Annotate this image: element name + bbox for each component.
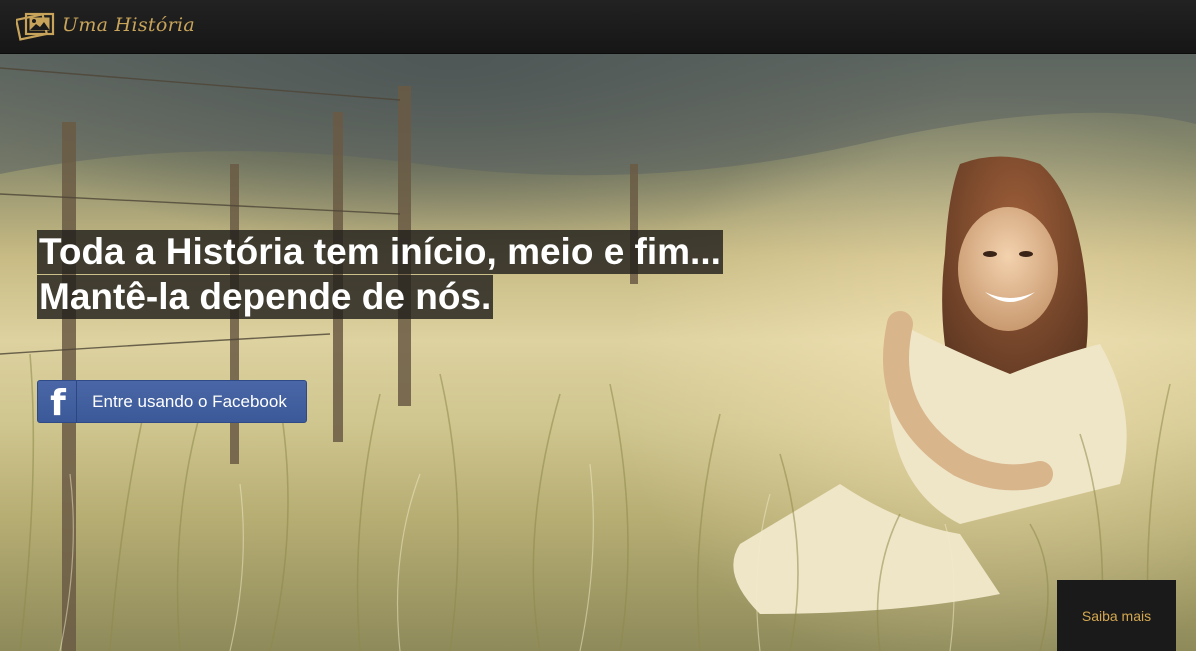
hero-background-image [0,54,1196,651]
hero-headline: Toda a História tem início, meio e fim..… [37,230,723,320]
saiba-mais-button[interactable]: Saiba mais [1057,580,1176,651]
facebook-login-button[interactable]: f Entre usando o Facebook [37,380,307,423]
photo-frames-icon [16,12,55,41]
headline-line-2: Mantê-la depende de nós. [37,274,494,319]
hero-section: Toda a História tem início, meio e fim..… [0,54,1196,651]
headline-line-1: Toda a História tem início, meio e fim..… [37,230,723,274]
top-navigation-bar: Uma História [0,0,1196,54]
brand-logo-link[interactable]: Uma História [16,8,195,42]
facebook-f-icon: f [38,381,77,422]
facebook-login-label: Entre usando o Facebook [92,391,287,411]
brand-name: Uma História [62,14,195,36]
